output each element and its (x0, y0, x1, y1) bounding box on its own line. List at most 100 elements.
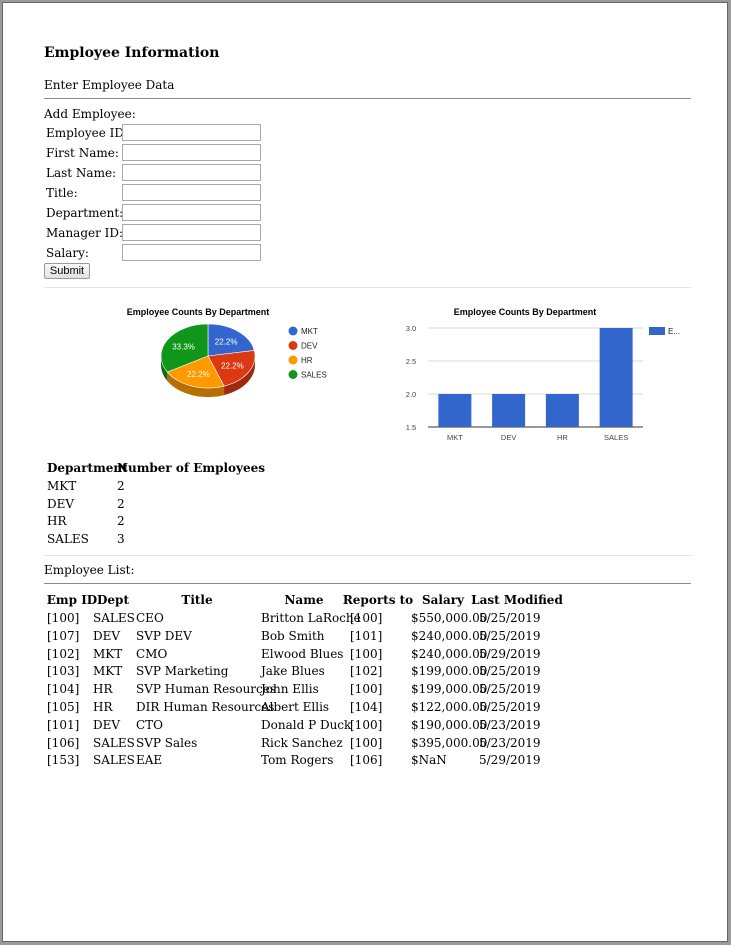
employee-table-cell: 5/25/2019 (479, 682, 541, 697)
employee-table-header: Title (181, 593, 213, 607)
form-row: Manager ID: (46, 224, 346, 244)
pie-slice-label: 33.3% (172, 342, 195, 351)
employee-table-cell: [100] (47, 611, 80, 625)
x-tick-label: SALES (604, 433, 628, 442)
divider (44, 98, 691, 99)
employee-table-cell: Rick Sanchez (261, 735, 343, 750)
employee-table-cell: [153] (47, 753, 80, 768)
employee-table-cell: $550,000.00 (411, 611, 488, 625)
employee-table-cell: 5/23/2019 (479, 735, 541, 750)
employee-table-cell: Bob Smith (261, 628, 325, 643)
x-tick-label: MKT (447, 433, 463, 442)
employee-table-cell: [103] (47, 664, 80, 679)
divider (44, 287, 691, 288)
employee-table-cell: $240,000.00 (411, 628, 488, 643)
pie-chart-title: Employee Counts By Department (127, 307, 270, 317)
employee-table-cell: 5/25/2019 (479, 664, 541, 679)
form-row: Department: (46, 204, 346, 224)
employee-table-cell: SVP Sales (136, 735, 198, 750)
employee-table-cell: 5/25/2019 (479, 611, 541, 625)
employee-table-cell: MKT (93, 646, 123, 661)
employee-table-cell: $NaN (411, 753, 447, 768)
employee-table-cell: [107] (47, 628, 80, 643)
dept-table-cell: 2 (117, 496, 125, 511)
divider (44, 583, 691, 584)
employee-table-cell: John Ellis (261, 682, 319, 697)
bar-chart: Employee Counts By Department 3.0 2.5 2.0 1.… (406, 307, 680, 442)
employee-table-cell: DEV (93, 628, 121, 643)
dept-table-cell: MKT (47, 479, 77, 493)
legend-marker (649, 327, 665, 335)
employee-table-cell: Elwood Blues (261, 646, 344, 661)
employee-list-title: Employee List: (44, 563, 135, 577)
field-input[interactable] (122, 124, 261, 141)
legend-label: MKT (301, 327, 318, 336)
submit-button[interactable]: Submit (44, 263, 90, 279)
page: Employee Information Enter Employee Data… (2, 2, 728, 942)
employee-table-cell: SALES (93, 735, 135, 750)
pie-slice-label: 22.2% (221, 362, 244, 371)
dept-table-cell: 3 (117, 531, 125, 546)
employee-table-header: Salary (421, 593, 465, 607)
field-input[interactable] (122, 204, 261, 221)
field-input[interactable] (122, 144, 261, 161)
bar-mkt[interactable] (438, 394, 472, 427)
bar-chart-title: Employee Counts By Department (454, 307, 597, 317)
employee-table-cell: EAE (136, 753, 163, 768)
field-label: First Name: (46, 146, 119, 160)
employee-table-header: Name (284, 593, 324, 607)
dept-table-header: Number of Employees (117, 461, 266, 475)
form-caption: Add Employee: (44, 107, 136, 121)
employee-table-cell: HR (93, 682, 113, 697)
employee-table-cell: SVP DEV (136, 628, 192, 643)
employee-table-cell: $122,000.00 (411, 700, 488, 714)
employee-table-cell: [100] (350, 646, 383, 661)
employee-table-cell: [104] (47, 682, 80, 697)
x-tick-label: DEV (501, 433, 516, 442)
employee-table-cell: $199,000.00 (411, 664, 488, 679)
employee-table-cell: CMO (136, 646, 168, 661)
employee-table-cell: [102] (47, 646, 80, 661)
employee-table-cell: HR (93, 700, 113, 714)
form-row: First Name: (46, 144, 346, 164)
field-input[interactable] (122, 244, 261, 261)
employee-table-cell: [106] (47, 735, 80, 750)
legend-marker (288, 370, 298, 379)
employee-table-cell: Donald P Duck (261, 717, 352, 732)
legend-label: DEV (301, 342, 318, 351)
x-tick-label: HR (557, 433, 568, 442)
form-row: Last Name: (46, 164, 346, 184)
employee-table-cell: $199,000.00 (411, 682, 488, 697)
employee-table-header: Last Modified (471, 593, 563, 607)
employee-table-header: Dept (97, 593, 129, 607)
employee-table-header: Reports to (342, 593, 414, 607)
employee-table-cell: $190,000.00 (411, 717, 488, 732)
bar-dev[interactable] (492, 394, 526, 427)
field-label: Employee ID: (46, 126, 129, 140)
employee-table-cell: 5/29/2019 (479, 753, 541, 768)
field-input[interactable] (122, 224, 261, 241)
y-tick-label: 2.5 (406, 357, 416, 366)
employee-table-cell: [100] (350, 611, 383, 625)
employee-table-cell: [102] (350, 664, 383, 679)
form-row: Salary: (46, 244, 346, 264)
bar-sales[interactable] (599, 328, 633, 427)
employee-table-cell: 5/25/2019 (479, 700, 541, 714)
field-input[interactable] (122, 184, 261, 201)
dept-table-header: Department (47, 461, 128, 475)
bar-hr[interactable] (545, 394, 579, 427)
field-label: Manager ID: (46, 226, 124, 240)
field-label: Department: (46, 206, 124, 220)
field-input[interactable] (122, 164, 261, 181)
y-tick-label: 1.5 (406, 423, 416, 432)
legend-label: E... (668, 327, 680, 336)
employee-table-cell: Jake Blues (261, 664, 325, 679)
dept-table-cell: 2 (117, 479, 125, 493)
field-label: Title: (46, 186, 78, 200)
dept-table-cell: HR (47, 514, 67, 528)
employee-table-cell: 5/23/2019 (479, 717, 541, 732)
employee-table-cell: CTO (136, 717, 164, 732)
employee-table-cell: $395,000.00 (411, 735, 488, 750)
field-label: Salary: (46, 246, 89, 260)
employee-table-cell: MKT (93, 664, 123, 679)
